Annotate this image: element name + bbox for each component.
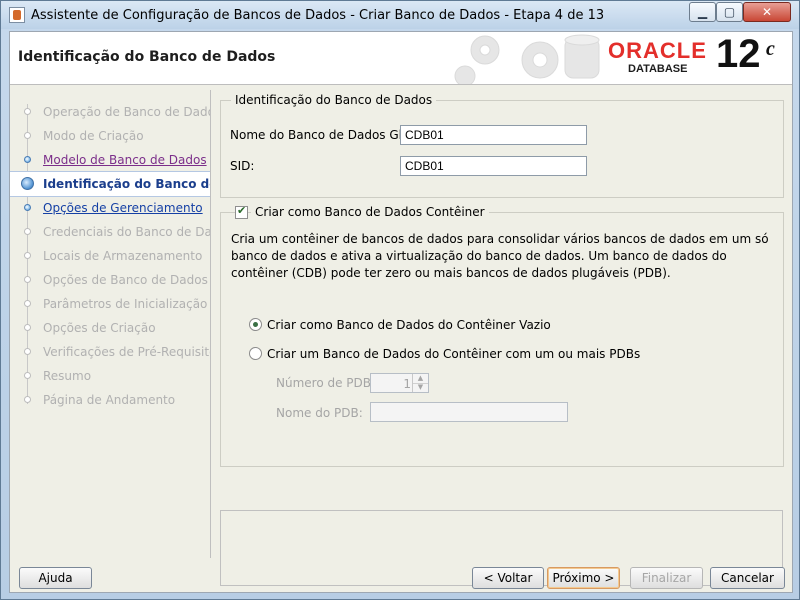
step-andamento: Página de Andamento [10, 388, 210, 412]
container-group: Criar como Banco de Dados Contêiner Cria… [220, 204, 784, 467]
back-button[interactable]: < Voltar [472, 567, 544, 589]
cancel-button[interactable]: Cancelar [710, 567, 785, 589]
steps-sidebar: Operação de Banco de Dados Modo de Criaç… [10, 90, 211, 558]
step-indicator-icon [24, 372, 31, 379]
container-checkbox[interactable] [235, 204, 248, 219]
spin-down-icon[interactable]: ▼ [412, 383, 428, 392]
step-indicator-icon [24, 252, 31, 259]
step-parametros: Parâmetros de Inicialização [10, 292, 210, 316]
step-indicator-icon [24, 396, 31, 403]
header-banner: Identificação do Banco de Dados ORACLE D… [10, 32, 792, 85]
help-button[interactable]: Ajuda [19, 567, 92, 589]
step-modo-criacao: Modo de Criação [10, 124, 210, 148]
step-label[interactable]: Opções de Gerenciamento [43, 201, 203, 215]
pdb-name-label: Nome do PDB: [276, 406, 363, 420]
step-indicator-icon [24, 324, 31, 331]
window-title: Assistente de Configuração de Bancos de … [31, 8, 605, 23]
wizard-window: Assistente de Configuração de Bancos de … [0, 0, 800, 600]
step-operacao: Operação de Banco de Dados [10, 100, 210, 124]
step-indicator-icon [24, 204, 31, 211]
step-label: Modo de Criação [43, 129, 144, 143]
sid-input[interactable] [400, 156, 587, 176]
step-credenciais: Credenciais do Banco de Dados [10, 220, 210, 244]
step-label: Resumo [43, 369, 92, 383]
step-label: Parâmetros de Inicialização [43, 297, 208, 311]
step-opcoes-banco: Opções de Banco de Dados [10, 268, 210, 292]
step-indicator-icon [24, 156, 31, 163]
step-label: Opções de Criação [43, 321, 156, 335]
database-wordmark: DATABASE [628, 63, 688, 75]
oracle-logo: ORACLE DATABASE 12 c [608, 34, 778, 78]
container-description: Cria um contêiner de bancos de dados par… [231, 232, 769, 280]
version-suffix: c [766, 38, 775, 60]
step-label: Credenciais do Banco de Dados [43, 225, 211, 239]
radio-cdb-with-pdbs-label[interactable]: Criar um Banco de Dados do Contêiner com… [267, 347, 640, 361]
step-modelo[interactable]: Modelo de Banco de Dados [10, 148, 210, 172]
client-area: Identificação do Banco de Dados ORACLE D… [9, 31, 793, 593]
finish-button: Finalizar [630, 567, 703, 589]
next-button[interactable]: Próximo > [547, 567, 620, 589]
step-identificacao: Identificação do Banco de Dados [10, 171, 210, 197]
title-bar[interactable]: Assistente de Configuração de Bancos de … [1, 1, 799, 29]
step-indicator-icon [24, 108, 31, 115]
step-indicator-icon [24, 132, 31, 139]
step-locais: Locais de Armazenamento [10, 244, 210, 268]
step-label: Opções de Banco de Dados [43, 273, 208, 287]
radio-cdb-with-pdbs[interactable] [249, 347, 262, 360]
num-pdbs-value: 1 [403, 377, 411, 391]
gears-graphic-icon [454, 34, 600, 84]
step-label: Página de Andamento [43, 393, 176, 407]
oracle-wordmark: ORACLE [608, 38, 707, 63]
minimize-button[interactable]: ▁ [689, 2, 716, 22]
container-checkbox-label[interactable]: Criar como Banco de Dados Contêiner [251, 205, 489, 219]
step-opcoes-criacao: Opções de Criação [10, 316, 210, 340]
step-indicator-icon [24, 300, 31, 307]
step-label[interactable]: Modelo de Banco de Dados [43, 153, 207, 167]
step-verificacoes: Verificações de Pré-Requisito [10, 340, 210, 364]
step-label: Locais de Armazenamento [43, 249, 203, 263]
maximize-button[interactable]: ▢ [716, 2, 743, 22]
pdb-name-input[interactable] [370, 402, 568, 422]
step-gerenciamento[interactable]: Opções de Gerenciamento [10, 196, 210, 220]
step-label: Identificação do Banco de Dados [43, 177, 210, 191]
radio-empty-cdb-label[interactable]: Criar como Banco de Dados do Contêiner V… [267, 318, 551, 332]
step-indicator-icon [24, 276, 31, 283]
step-resumo: Resumo [10, 364, 210, 388]
identification-group: Identificação do Banco de Dados Nome do … [220, 93, 784, 198]
page-title: Identificação do Banco de Dados [18, 49, 276, 65]
step-label: Operação de Banco de Dados [43, 105, 211, 119]
num-pdbs-label: Número de PDBs: [276, 376, 382, 390]
step-indicator-icon [24, 348, 31, 355]
java-app-icon [9, 7, 25, 23]
sid-label: SID: [230, 159, 255, 173]
step-indicator-icon [24, 228, 31, 235]
num-pdbs-spinner[interactable]: 1 ▲ ▼ [370, 373, 429, 393]
step-label: Verificações de Pré-Requisito [43, 345, 211, 359]
global-name-input[interactable] [400, 125, 587, 145]
version-number: 12 [716, 32, 761, 76]
identification-group-title: Identificação do Banco de Dados [231, 93, 437, 107]
close-button[interactable]: ✕ [743, 2, 791, 22]
footer-buttons: Ajuda < Voltar Próximo > Finalizar Cance… [10, 560, 792, 592]
current-step-icon [21, 177, 34, 190]
radio-empty-cdb[interactable] [249, 318, 262, 331]
main-content: Identificação do Banco de Dados Nome do … [220, 90, 785, 586]
